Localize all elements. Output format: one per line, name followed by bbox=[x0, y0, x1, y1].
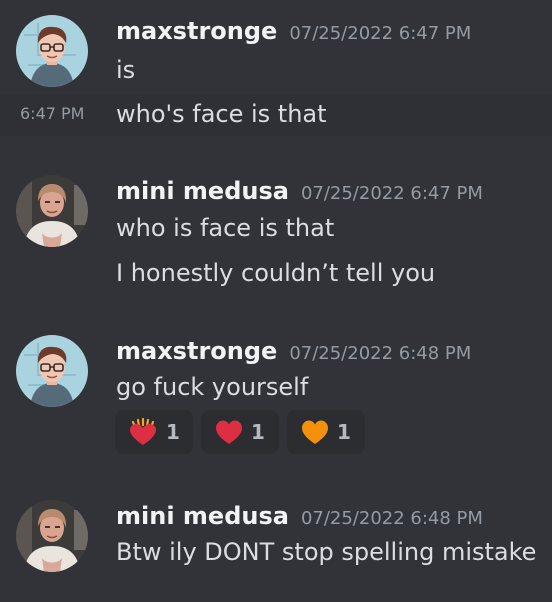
reaction-heart-on-fire[interactable]: 1 bbox=[115, 410, 193, 454]
reaction-bar: 1 1 1 bbox=[115, 410, 365, 454]
reaction-count: 1 bbox=[166, 420, 180, 444]
message-hover-timestamp: 6:47 PM bbox=[20, 104, 85, 123]
message-text: who's face is that bbox=[116, 100, 327, 128]
message-timestamp: 07/25/2022 6:48 PM bbox=[300, 508, 483, 529]
red-heart-icon bbox=[216, 420, 243, 444]
message-timestamp: 07/25/2022 6:47 PM bbox=[289, 23, 472, 44]
message-text: is bbox=[116, 56, 136, 84]
heart-on-fire-icon bbox=[130, 418, 157, 445]
message-header: mini medusa 07/25/2022 6:47 PM bbox=[116, 177, 483, 205]
orange-heart-icon bbox=[302, 420, 329, 444]
message-text: I honestly couldn’t tell you bbox=[116, 259, 436, 287]
username[interactable]: maxstronge bbox=[116, 17, 277, 45]
message-text: go fuck yourself bbox=[116, 373, 309, 401]
message-text: Btw ily DONT stop spelling mistake bbox=[116, 538, 537, 566]
message-timestamp: 07/25/2022 6:47 PM bbox=[300, 183, 483, 204]
message-header: mini medusa 07/25/2022 6:48 PM bbox=[116, 502, 483, 530]
reaction-count: 1 bbox=[337, 420, 351, 444]
username[interactable]: maxstronge bbox=[116, 337, 277, 365]
mini-medusa-avatar-icon[interactable] bbox=[16, 175, 88, 247]
message-header: maxstronge 07/25/2022 6:48 PM bbox=[116, 337, 471, 365]
username[interactable]: mini medusa bbox=[116, 502, 289, 530]
message-text: who is face is that bbox=[116, 214, 335, 242]
reaction-orange-heart[interactable]: 1 bbox=[287, 410, 365, 454]
maxstronge-avatar-icon[interactable] bbox=[16, 335, 88, 407]
reaction-red-heart[interactable]: 1 bbox=[201, 410, 279, 454]
reaction-count: 1 bbox=[251, 420, 265, 444]
message-timestamp: 07/25/2022 6:48 PM bbox=[289, 343, 472, 364]
username[interactable]: mini medusa bbox=[116, 177, 289, 205]
mini-medusa-avatar-icon[interactable] bbox=[16, 500, 88, 572]
message-header: maxstronge 07/25/2022 6:47 PM bbox=[116, 17, 471, 45]
maxstronge-avatar-icon[interactable] bbox=[16, 15, 88, 87]
